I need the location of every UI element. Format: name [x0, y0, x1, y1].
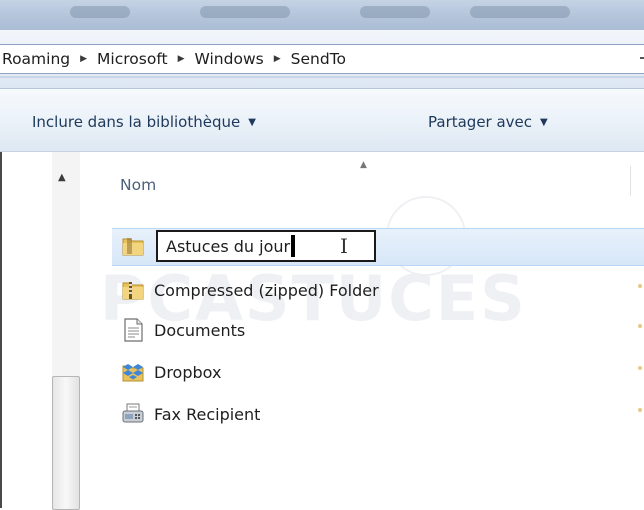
- dropbox-icon: [120, 360, 146, 384]
- titlebar-blur: [200, 6, 290, 18]
- zip-folder-icon: [120, 278, 146, 302]
- scroll-up-arrow-icon[interactable]: ▲: [58, 172, 66, 183]
- overflow-dot: [638, 284, 642, 288]
- overflow-dot: [638, 408, 642, 412]
- list-item[interactable]: Fax Recipient: [120, 400, 260, 428]
- address-dropdown-icon[interactable]: [640, 57, 644, 59]
- list-item[interactable]: Documents: [120, 316, 245, 344]
- breadcrumb-arrow-icon[interactable]: ▶: [80, 54, 87, 64]
- breadcrumb-item-microsoft[interactable]: Microsoft: [95, 50, 170, 68]
- breadcrumb-arrow-icon[interactable]: ▶: [274, 54, 281, 64]
- titlebar-blur: [360, 6, 430, 18]
- column-divider[interactable]: [630, 166, 631, 196]
- list-item-new-folder[interactable]: [120, 232, 154, 260]
- include-in-library-button[interactable]: Inclure dans la bibliothèque ▼: [32, 113, 256, 131]
- list-item[interactable]: Dropbox: [120, 358, 221, 386]
- list-item-label: Compressed (zipped) Folder: [154, 280, 379, 300]
- breadcrumb-item-sendto[interactable]: SendTo: [289, 50, 348, 68]
- list-item[interactable]: Compressed (zipped) Folder: [120, 276, 379, 304]
- breadcrumb-item-windows[interactable]: Windows: [193, 50, 266, 68]
- titlebar-blur: [470, 6, 570, 18]
- overflow-dot: [638, 366, 642, 370]
- rename-input-text: Astuces du jour: [166, 236, 291, 256]
- breadcrumb-item-roaming[interactable]: Roaming: [0, 50, 72, 68]
- list-item-label: Documents: [154, 320, 246, 340]
- chevron-down-icon: ▼: [248, 116, 256, 128]
- sort-ascending-icon: ▲: [360, 160, 367, 170]
- share-with-button[interactable]: Partager avec ▼: [428, 113, 548, 131]
- window-titlebar: [0, 0, 644, 30]
- address-divider: [0, 76, 644, 78]
- overflow-dot: [638, 324, 642, 328]
- fax-icon: [120, 402, 146, 426]
- chevron-down-icon: ▼: [540, 116, 548, 128]
- titlebar-blur: [70, 6, 130, 18]
- ibeam-cursor-icon: I: [340, 234, 348, 258]
- include-in-library-label: Inclure dans la bibliothèque: [32, 113, 241, 131]
- folder-icon: [120, 234, 146, 258]
- breadcrumb-arrow-icon[interactable]: ▶: [178, 54, 185, 64]
- document-icon: [120, 318, 146, 342]
- column-header-name[interactable]: Nom: [120, 176, 156, 194]
- text-cursor: [291, 235, 296, 257]
- share-with-label: Partager avec: [428, 113, 533, 131]
- list-item-label: Dropbox: [154, 362, 222, 382]
- address-bar: Roaming ▶ Microsoft ▶ Windows ▶ SendTo: [0, 30, 644, 89]
- nav-scrollbar-thumb[interactable]: [52, 376, 80, 510]
- list-item-label: Fax Recipient: [154, 404, 261, 424]
- breadcrumb[interactable]: Roaming ▶ Microsoft ▶ Windows ▶ SendTo: [0, 44, 644, 74]
- command-toolbar: Inclure dans la bibliothèque ▼ Partager …: [0, 89, 644, 152]
